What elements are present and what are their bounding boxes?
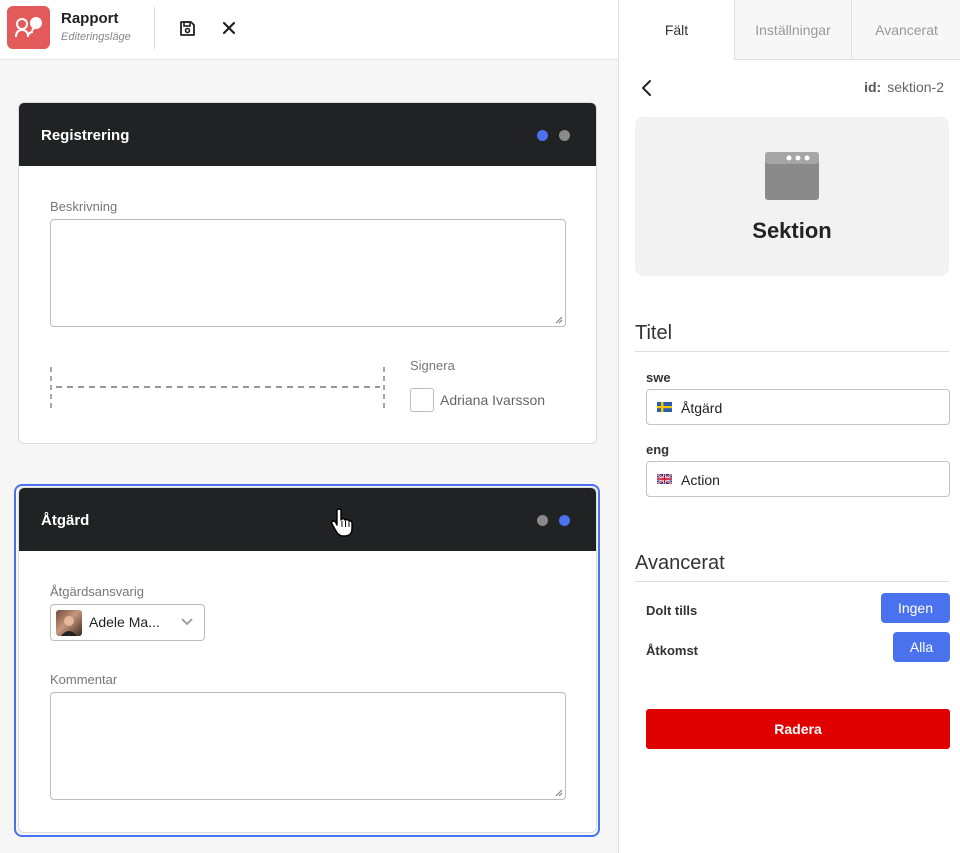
title-value-swe: Åtgärd (681, 400, 723, 416)
delete-button[interactable]: Radera (646, 709, 950, 749)
section-title: Åtgärd (41, 512, 90, 529)
title-input-eng[interactable]: Action (646, 461, 950, 497)
responsible-label: Åtgärdsansvarig (50, 584, 144, 599)
save-icon (179, 20, 195, 36)
pager-dot[interactable] (559, 130, 570, 141)
access-label: Åtkomst (646, 643, 699, 658)
advanced-group-heading: Avancerat (635, 552, 725, 574)
lang-label-eng: eng (646, 442, 670, 457)
section-header[interactable]: Åtgärd (19, 488, 596, 551)
tab-falt[interactable]: Fält (619, 0, 734, 60)
element-id: id: sektion-2 (864, 79, 944, 95)
pager-dot-active[interactable] (537, 130, 548, 141)
element-type-card: Sektion (635, 117, 949, 276)
sign-label: Signera (410, 358, 455, 373)
comment-textarea[interactable] (50, 692, 566, 800)
app-title: Rapport (61, 10, 119, 27)
sign-checkbox[interactable] (410, 388, 434, 412)
section-card-registrering[interactable]: Registrering Beskrivning Signera Adriana… (18, 102, 597, 444)
responsible-select[interactable]: Adele Ma... (50, 604, 205, 641)
back-arrow-icon[interactable] (637, 78, 657, 98)
resize-handle-icon[interactable] (555, 789, 563, 797)
section-title: Registrering (41, 127, 130, 144)
divider (635, 351, 949, 352)
section-header[interactable]: Registrering (19, 103, 596, 166)
section-card-atgard[interactable]: Åtgärd Åtgärdsansvarig Adele Ma... Komme… (18, 487, 597, 833)
sweden-flag-icon (657, 402, 672, 412)
title-value-eng: Action (681, 472, 720, 488)
save-button[interactable] (174, 15, 200, 41)
chevron-down-icon (181, 618, 193, 626)
hand-cursor-icon (330, 508, 353, 537)
description-label: Beskrivning (50, 199, 118, 214)
title-input-swe[interactable]: Åtgärd (646, 389, 950, 425)
id-value: sektion-2 (887, 79, 944, 95)
app-subtitle: Editeringsläge (61, 31, 131, 43)
signer-name: Adriana Ivarsson (440, 392, 546, 408)
top-toolbar: Rapport Editeringsläge (0, 0, 618, 60)
properties-panel: Fält Inställningar Avancerat id: sektion-… (618, 0, 960, 853)
tab-installningar[interactable]: Inställningar (734, 0, 851, 60)
close-icon (222, 21, 236, 35)
lang-label-swe: swe (646, 370, 671, 385)
window-section-icon (765, 152, 819, 200)
app-logo-icon (7, 6, 50, 49)
divider (635, 581, 949, 582)
signature-pad[interactable] (50, 367, 386, 409)
panel-tabs: Fält Inställningar Avancerat (619, 0, 960, 60)
responsible-value: Adele Ma... (89, 614, 160, 630)
tab-avancerat[interactable]: Avancerat (851, 0, 960, 60)
close-button[interactable] (216, 15, 242, 41)
hidden-until-label: Dolt tills (646, 603, 698, 618)
id-label: id: (864, 79, 882, 95)
pager-dot[interactable] (537, 515, 548, 526)
uk-flag-icon (657, 474, 672, 484)
resize-handle-icon[interactable] (555, 316, 563, 324)
toolbar-divider (154, 7, 155, 49)
hidden-until-button[interactable]: Ingen (881, 593, 950, 623)
description-textarea[interactable] (50, 219, 566, 327)
access-button[interactable]: Alla (893, 632, 950, 662)
pager-dot-active[interactable] (559, 515, 570, 526)
element-type-title: Sektion (752, 218, 832, 243)
form-canvas: Rapport Editeringsläge Registrering Besk… (0, 0, 618, 853)
comment-label: Kommentar (50, 672, 118, 687)
title-group-heading: Titel (635, 322, 673, 344)
avatar (56, 610, 82, 636)
